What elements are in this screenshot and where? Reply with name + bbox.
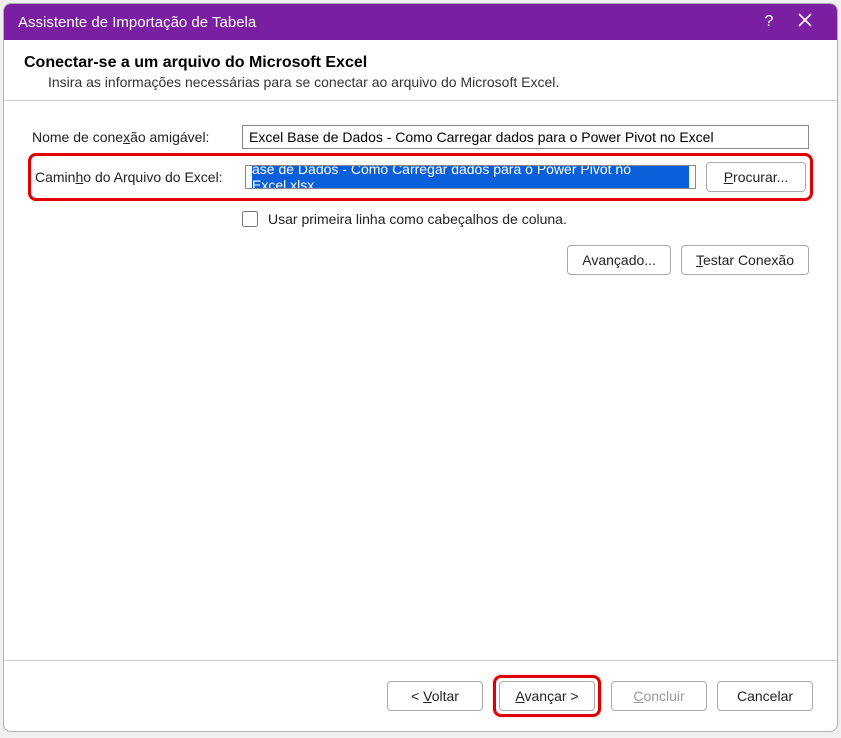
titlebar[interactable]: Assistente de Importação de Tabela ? xyxy=(4,4,837,40)
advanced-button[interactable]: Avançado... xyxy=(567,245,671,275)
first-row-headers-row: Usar primeira linha como cabeçalhos de c… xyxy=(242,211,809,227)
browse-button[interactable]: Procurar... xyxy=(706,162,806,192)
friendly-name-label: Nome de conexão amigável: xyxy=(32,129,242,145)
wizard-header: Conectar-se a um arquivo do Microsoft Ex… xyxy=(4,40,837,100)
finish-button: Concluir xyxy=(611,681,707,711)
wizard-window: Assistente de Importação de Tabela ? Con… xyxy=(3,3,838,732)
file-path-input[interactable]: ase de Dados - Como Carregar dados para … xyxy=(245,165,696,189)
next-button[interactable]: Avançar > xyxy=(499,681,595,711)
first-row-headers-label: Usar primeira linha como cabeçalhos de c… xyxy=(268,211,567,227)
friendly-name-input[interactable] xyxy=(242,125,809,149)
window-title: Assistente de Importação de Tabela xyxy=(18,14,751,31)
connection-buttons: Avançado... Testar Conexão xyxy=(32,245,809,275)
help-icon[interactable]: ? xyxy=(751,13,787,31)
cancel-button[interactable]: Cancelar xyxy=(717,681,813,711)
close-icon[interactable] xyxy=(787,13,823,32)
friendly-name-row: Nome de conexão amigável: xyxy=(32,125,809,149)
wizard-footer: < Voltar Avançar > Concluir Cancelar xyxy=(4,661,837,731)
file-path-label: Caminho do Arquivo do Excel: xyxy=(35,169,245,185)
wizard-content: Nome de conexão amigável: Caminho do Arq… xyxy=(4,100,837,661)
back-button[interactable]: < Voltar xyxy=(387,681,483,711)
page-title: Conectar-se a um arquivo do Microsoft Ex… xyxy=(24,54,809,72)
page-subtitle: Insira as informações necessárias para s… xyxy=(24,74,809,90)
next-button-highlight: Avançar > xyxy=(493,675,601,717)
first-row-headers-checkbox[interactable] xyxy=(242,211,258,227)
file-path-row-highlight: Caminho do Arquivo do Excel: ase de Dado… xyxy=(28,153,813,201)
test-connection-button[interactable]: Testar Conexão xyxy=(681,245,809,275)
